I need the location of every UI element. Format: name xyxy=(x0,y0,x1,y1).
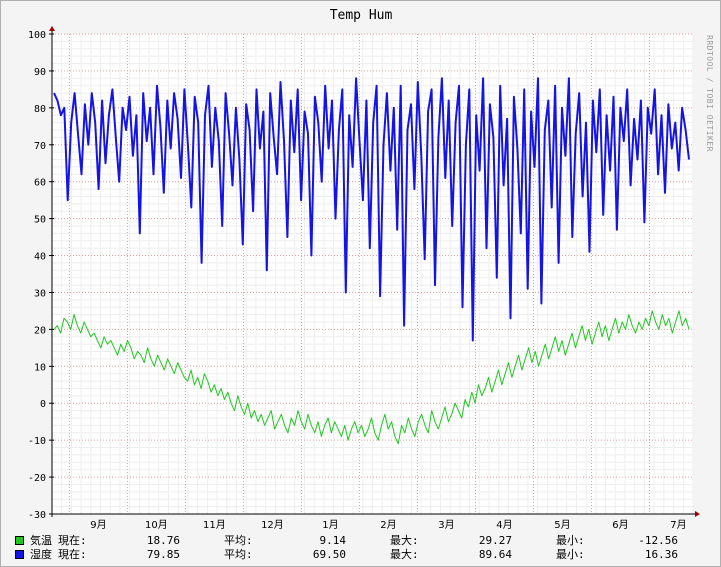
x-tick-label: 10月 xyxy=(145,519,168,531)
legend-swatch-temp xyxy=(15,535,24,545)
legend-swatch-hum xyxy=(15,549,24,559)
y-tick-label: 30 xyxy=(34,288,46,299)
y-axis-arrow xyxy=(49,26,55,31)
y-tick-label: 10 xyxy=(34,362,46,373)
legend-avg-temp: 9.14 xyxy=(319,533,347,547)
y-tick-label: -20 xyxy=(28,473,46,484)
x-tick-label: 2月 xyxy=(380,519,396,531)
x-tick-label: 5月 xyxy=(554,519,570,531)
legend-cur-hum: 79.85 xyxy=(146,547,180,561)
rrd-graph: Temp Hum -30 -20 -10 0 10 20 30 40 50 60 70 80 90 100… xyxy=(0,0,721,567)
legend-max-temp: 29.27 xyxy=(478,533,512,547)
legend-row-hum: 湿度 現在: 79.85 平均: 69.50 最大: 89.64 最小: 16.36 xyxy=(15,547,721,561)
y-tick-label: 40 xyxy=(34,252,46,263)
legend-avg-hum: 69.50 xyxy=(312,547,346,561)
legend-cur-temp: 18.76 xyxy=(146,533,180,547)
y-tick-label: 70 xyxy=(34,141,46,152)
y-tick-label: 60 xyxy=(34,178,46,189)
x-tick-label: 9月 xyxy=(90,519,106,531)
legend-cur-label-hum: 現在: xyxy=(58,548,87,561)
x-tick-label: 3月 xyxy=(438,519,454,531)
x-tick-label: 12月 xyxy=(261,519,284,531)
x-tick-label: 11月 xyxy=(203,519,226,531)
y-tick-label: 100 xyxy=(28,30,46,41)
x-axis-arrow xyxy=(695,511,700,517)
chart-title: Temp Hum xyxy=(330,8,393,23)
x-tick-label: 7月 xyxy=(670,519,686,531)
x-tick-label: 4月 xyxy=(496,519,512,531)
y-tick-label: 90 xyxy=(34,67,46,78)
legend-min-label-hum: 最小: xyxy=(556,548,585,561)
legend-max-label-hum: 最大: xyxy=(390,548,419,561)
y-tick-label: -10 xyxy=(28,436,46,447)
y-tick-label: 20 xyxy=(34,325,46,336)
legend-avg-label-hum: 平均: xyxy=(224,548,253,561)
legend-max-hum: 89.64 xyxy=(478,547,512,561)
rrdtool-watermark: RRDTOOL / TOBI OETIKER xyxy=(705,35,714,152)
y-tick-label: 0 xyxy=(40,399,46,410)
legend-min-temp: -12.56 xyxy=(638,533,678,547)
y-tick-label: 80 xyxy=(34,104,46,115)
y-tick-label: -30 xyxy=(28,510,46,521)
x-tick-label: 1月 xyxy=(322,519,338,531)
legend-min-hum: 16.36 xyxy=(644,547,678,561)
legend-name-hum: 湿度 xyxy=(30,548,52,561)
x-tick-label: 6月 xyxy=(612,519,628,531)
legend-row-temp: 気温 現在: 18.76 平均: 9.14 最大: 29.27 最小: -12.56 xyxy=(15,533,721,547)
chart-canvas: Temp Hum -30 -20 -10 0 10 20 30 40 50 60 70 80 90 100… xyxy=(28,8,700,531)
y-tick-label: 50 xyxy=(34,215,46,226)
